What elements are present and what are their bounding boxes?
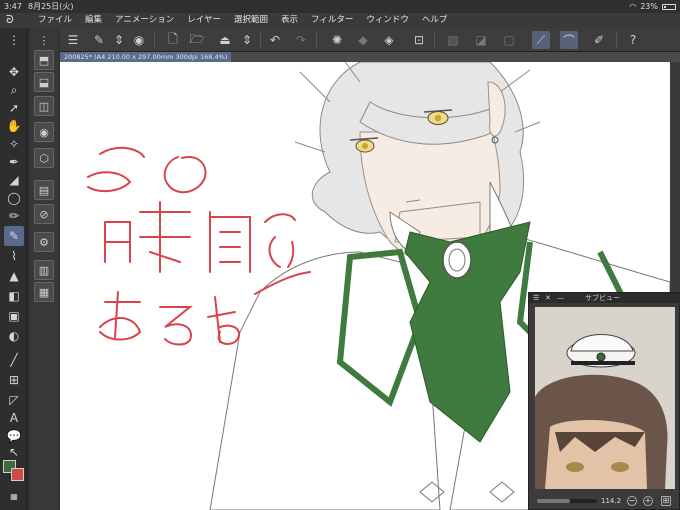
status-date: 8月25日(火) — [28, 2, 74, 11]
pen-icon[interactable]: ✏ — [4, 206, 24, 226]
menu-list: ファイル 編集 アニメーション レイヤー 選択範囲 表示 フィルター ウィンドウ… — [38, 13, 447, 28]
color-set-icon[interactable]: ▥ — [34, 260, 54, 280]
app-logo-icon[interactable]: ᘐ — [6, 14, 18, 26]
ruler-icon[interactable]: ⟋ — [532, 31, 550, 49]
correct-line-icon[interactable]: ↖ — [4, 442, 24, 462]
material-icon[interactable]: ⬡ — [34, 148, 54, 168]
menu-layer[interactable]: レイヤー — [187, 13, 221, 28]
item-bank-icon[interactable]: ▦ — [34, 282, 54, 302]
left-tool-panel: ⋮ ✥ ⌕ ➚ ✋ ✧ ✒ ◢ ◯ ✏ ✎ ⌇ ▲ ◧ ▣ ◐ ╱ ⊞ ◸ A … — [0, 28, 60, 510]
redo-icon[interactable]: ↷ — [292, 31, 310, 49]
transparent-icon[interactable]: ▦ — [4, 486, 24, 506]
navigator-icon[interactable]: ▤ — [34, 180, 54, 200]
reference-image[interactable] — [535, 307, 675, 489]
document-tab[interactable]: 200825* (A4 210.00 x 297.00mm 300dpi 168… — [60, 52, 232, 62]
minimize-icon[interactable]: — — [557, 293, 564, 303]
battery-label: 23% — [640, 2, 658, 11]
curve-ruler-icon[interactable]: ⌒ — [560, 31, 578, 49]
sub-color-chip[interactable] — [11, 468, 24, 481]
help-icon[interactable]: ? — [624, 31, 642, 49]
history-icon[interactable]: ⊘ — [34, 204, 54, 224]
hamburger-menu-icon[interactable]: ☰ — [64, 31, 82, 49]
text-icon[interactable]: A — [4, 408, 24, 428]
pen-ruler-icon[interactable]: ✐ — [590, 31, 608, 49]
menu-edit[interactable]: 編集 — [85, 13, 102, 28]
save-icon[interactable]: ⏏ — [216, 31, 234, 49]
stepper-icon[interactable]: ⇕ — [110, 31, 128, 49]
new-file-icon[interactable]: 🗋 — [164, 31, 182, 49]
zoom-icon[interactable]: ⌕ — [4, 80, 24, 100]
frame-icon[interactable]: ⊞ — [4, 370, 24, 390]
menu-window[interactable]: ウィンドウ — [366, 13, 409, 28]
operation-icon[interactable]: ➚ — [4, 98, 24, 118]
brush-size-icon[interactable]: ◉ — [34, 122, 54, 142]
zoom-in-icon[interactable]: + — [643, 496, 653, 506]
menu-selection[interactable]: 選択範囲 — [234, 13, 268, 28]
battery-icon — [662, 3, 676, 10]
sub-view-panel: ☰ ✕ — サブビュー 114.2 − + ⊞ — [528, 292, 680, 510]
layer-icon[interactable]: ⬒ — [34, 50, 54, 70]
sub-view-menu-icon[interactable]: ☰ — [533, 293, 539, 303]
layers-icon[interactable]: ◫ — [34, 96, 54, 116]
close-icon[interactable]: ✕ — [545, 293, 551, 303]
undo-icon[interactable]: ↶ — [266, 31, 284, 49]
menu-filter[interactable]: フィルター — [311, 13, 353, 28]
stepper2-icon[interactable]: ⇕ — [238, 31, 256, 49]
command-bar: ☰ ✎ ⇕ ◉ 🗋 🗁 ⏏ ⇕ ↶ ↷ ✺ ◆ ◈ ⊡ ▨ ◪ ▢ ⟋ ⌒ ✐ … — [60, 28, 680, 52]
decoration-icon[interactable]: ▣ — [4, 306, 24, 326]
document-tab-bar: 200825* (A4 210.00 x 297.00mm 300dpi 168… — [60, 52, 680, 62]
menu-bar: ᘐ ファイル 編集 アニメーション レイヤー 選択範囲 表示 フィルター ウィン… — [0, 13, 680, 28]
menu-help[interactable]: ヘルプ — [422, 13, 448, 28]
sub-view-header: ☰ ✕ — サブビュー — [529, 293, 680, 303]
select-icon[interactable]: ▢ — [500, 31, 518, 49]
color-chips[interactable] — [3, 460, 27, 486]
subtool-column: ⋮ ⬒ ⬓ ◫ ◉ ⬡ ▤ ⊘ ⚙ ▥ ▦ — [30, 28, 58, 510]
subtool-detail-icon[interactable]: ⚙ — [34, 232, 54, 252]
magic-wand-icon[interactable]: ✧ — [4, 134, 24, 154]
fill-icon[interactable]: ◈ — [380, 31, 398, 49]
layer-property-icon[interactable]: ⬓ — [34, 72, 54, 92]
zoom-out-icon[interactable]: − — [627, 496, 637, 506]
zoom-slider[interactable] — [537, 499, 597, 503]
airbrush-icon[interactable]: ▲ — [4, 266, 24, 286]
drag2-icon[interactable]: ⋮ — [34, 30, 54, 50]
clear-icon[interactable]: ◆ — [354, 31, 372, 49]
tool-column: ⋮ ✥ ⌕ ➚ ✋ ✧ ✒ ◢ ◯ ✏ ✎ ⌇ ▲ ◧ ▣ ◐ ╱ ⊞ ◸ A … — [0, 28, 28, 510]
pencil-icon[interactable]: ✎ — [4, 226, 24, 246]
sub-view-title: サブビュー — [585, 294, 620, 302]
ruler-tool-icon[interactable]: ◸ — [4, 390, 24, 410]
fit-icon[interactable]: ⊞ — [661, 496, 671, 506]
transform-icon[interactable]: ⊡ — [410, 31, 428, 49]
app-window: 3:47 8月25日(火) ◠ 23% ᘐ ファイル 編集 アニメーション レイ… — [0, 0, 680, 510]
menu-view[interactable]: 表示 — [281, 13, 298, 28]
fill-bucket-icon[interactable]: ◐ — [4, 326, 24, 346]
loading-icon[interactable]: ✺ — [328, 31, 346, 49]
wifi-icon: ◠ — [629, 2, 637, 11]
zoom-value: 114.2 — [601, 497, 622, 505]
eraser-icon[interactable]: ◢ — [4, 170, 24, 190]
status-time: 3:47 — [4, 2, 22, 11]
hand-icon[interactable]: ✋ — [4, 116, 24, 136]
drag-icon[interactable]: ⋮ — [4, 30, 24, 50]
edit-doc-icon[interactable]: ✎ — [90, 31, 108, 49]
open-folder-icon[interactable]: 🗁 — [188, 31, 206, 49]
ios-status-bar: 3:47 8月25日(火) ◠ 23% — [0, 0, 680, 13]
sub-view-zoom-bar: 114.2 − + ⊞ — [529, 493, 680, 509]
menu-file[interactable]: ファイル — [38, 13, 72, 28]
invert-icon[interactable]: ◪ — [472, 31, 490, 49]
line-icon[interactable]: ╱ — [4, 350, 24, 370]
deselect-icon[interactable]: ▨ — [444, 31, 462, 49]
brush-icon[interactable]: ⌇ — [4, 246, 24, 266]
lasso-icon[interactable]: ◯ — [4, 188, 24, 208]
eye-icon[interactable]: ◉ — [130, 31, 148, 49]
blend-icon[interactable]: ◧ — [4, 286, 24, 306]
eyedropper-icon[interactable]: ✒ — [4, 152, 24, 172]
move-icon[interactable]: ✥ — [4, 62, 24, 82]
menu-animation[interactable]: アニメーション — [115, 13, 174, 28]
